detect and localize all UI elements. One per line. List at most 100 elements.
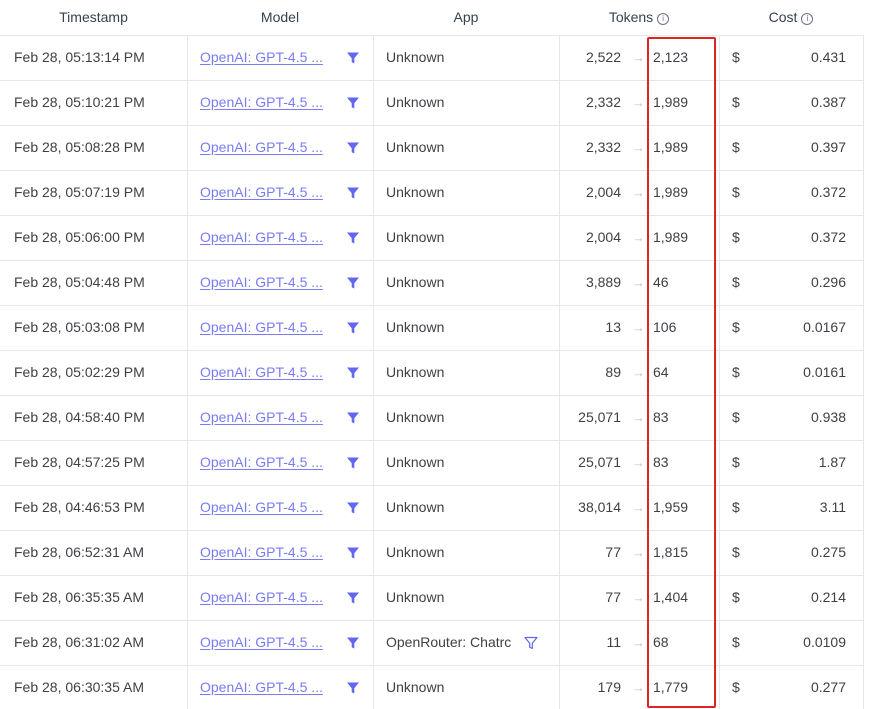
header-app-label: App xyxy=(453,9,479,25)
model-link[interactable]: OpenAI: GPT-4.5 ... xyxy=(200,125,335,170)
table-row[interactable]: Feb 28, 05:10:21 PM OpenAI: GPT-4.5 ... Un… xyxy=(0,80,864,126)
model-link[interactable]: OpenAI: GPT-4.5 ... xyxy=(200,395,335,440)
funnel-icon[interactable] xyxy=(346,681,360,695)
tokens-out-cell: 1,404 xyxy=(653,589,689,605)
tokens-in-cell: 38,014 xyxy=(578,499,621,515)
tokens-in-cell: 2,004 xyxy=(585,184,621,200)
tokens-in-cell: 77 xyxy=(605,589,621,605)
app-cell: Unknown xyxy=(386,139,445,155)
tokens-out-cell: 106 xyxy=(653,319,677,335)
funnel-icon[interactable] xyxy=(346,96,360,110)
tokens-in-cell: 2,004 xyxy=(585,229,621,245)
tokens-out-cell: 83 xyxy=(653,409,669,425)
header-cost[interactable]: Cost i xyxy=(719,0,863,35)
table-row[interactable]: Feb 28, 06:30:35 AM OpenAI: GPT-4.5 ... Un… xyxy=(0,665,864,709)
model-link[interactable]: OpenAI: GPT-4.5 ... xyxy=(200,305,335,350)
funnel-icon[interactable] xyxy=(346,456,360,470)
model-link[interactable]: OpenAI: GPT-4.5 ... xyxy=(200,575,335,620)
info-icon[interactable]: i xyxy=(801,13,814,25)
table-row[interactable]: Feb 28, 05:06:00 PM OpenAI: GPT-4.5 ... Un… xyxy=(0,215,864,261)
activity-table: Timestamp Model App Tokens i Cost i Feb 28… xyxy=(0,0,869,709)
currency-symbol: $ xyxy=(732,229,740,245)
cost-cell: 1.87 xyxy=(818,454,846,470)
tokens-in-cell: 25,071 xyxy=(578,409,621,425)
funnel-icon[interactable] xyxy=(346,411,360,425)
model-link[interactable]: OpenAI: GPT-4.5 ... xyxy=(200,80,335,125)
arrow-right-icon: → xyxy=(632,140,645,155)
timestamp-cell: Feb 28, 05:10:21 PM xyxy=(14,94,145,110)
cost-cell: 0.277 xyxy=(810,679,846,695)
header-timestamp[interactable]: Timestamp xyxy=(0,0,187,35)
timestamp-cell: Feb 28, 05:03:08 PM xyxy=(14,319,145,335)
funnel-icon[interactable] xyxy=(346,366,360,380)
app-cell: Unknown xyxy=(386,274,445,290)
currency-symbol: $ xyxy=(732,274,740,290)
app-cell: Unknown xyxy=(386,679,445,695)
currency-symbol: $ xyxy=(732,364,740,380)
model-link[interactable]: OpenAI: GPT-4.5 ... xyxy=(200,665,335,709)
tokens-in-cell: 77 xyxy=(605,544,621,560)
model-link[interactable]: OpenAI: GPT-4.5 ... xyxy=(200,350,335,395)
funnel-icon[interactable] xyxy=(346,276,360,290)
arrow-right-icon: → xyxy=(632,185,645,200)
tokens-in-cell: 179 xyxy=(597,679,621,695)
table-row[interactable]: Feb 28, 04:57:25 PM OpenAI: GPT-4.5 ... Un… xyxy=(0,440,864,486)
table-row[interactable]: Feb 28, 05:02:29 PM OpenAI: GPT-4.5 ... Un… xyxy=(0,350,864,396)
table-row[interactable]: Feb 28, 04:46:53 PM OpenAI: GPT-4.5 ... Un… xyxy=(0,485,864,531)
currency-symbol: $ xyxy=(732,499,740,515)
tokens-in-cell: 89 xyxy=(605,364,621,380)
funnel-icon[interactable] xyxy=(346,141,360,155)
funnel-icon[interactable] xyxy=(346,591,360,605)
header-cost-label: Cost xyxy=(768,9,798,25)
funnel-icon[interactable] xyxy=(346,501,360,515)
table-row[interactable]: Feb 28, 05:08:28 PM OpenAI: GPT-4.5 ... Un… xyxy=(0,125,864,171)
model-link[interactable]: OpenAI: GPT-4.5 ... xyxy=(200,170,335,215)
app-cell: Unknown xyxy=(386,94,445,110)
table-row[interactable]: Feb 28, 05:07:19 PM OpenAI: GPT-4.5 ... Un… xyxy=(0,170,864,216)
arrow-right-icon: → xyxy=(632,230,645,245)
funnel-icon[interactable] xyxy=(346,51,360,65)
header-tokens[interactable]: Tokens i xyxy=(559,0,719,35)
timestamp-cell: Feb 28, 06:35:35 AM xyxy=(14,589,144,605)
model-link[interactable]: OpenAI: GPT-4.5 ... xyxy=(200,485,335,530)
model-link[interactable]: OpenAI: GPT-4.5 ... xyxy=(200,530,335,575)
tokens-out-cell: 46 xyxy=(653,274,669,290)
funnel-icon[interactable] xyxy=(346,546,360,560)
currency-symbol: $ xyxy=(732,679,740,695)
model-link[interactable]: OpenAI: GPT-4.5 ... xyxy=(200,35,335,80)
currency-symbol: $ xyxy=(732,139,740,155)
funnel-icon[interactable] xyxy=(346,321,360,335)
arrow-right-icon: → xyxy=(632,320,645,335)
funnel-icon[interactable] xyxy=(346,186,360,200)
model-link[interactable]: OpenAI: GPT-4.5 ... xyxy=(200,440,335,485)
table-row[interactable]: Feb 28, 06:35:35 AM OpenAI: GPT-4.5 ... Un… xyxy=(0,575,864,621)
arrow-right-icon: → xyxy=(632,365,645,380)
table-row[interactable]: Feb 28, 04:58:40 PM OpenAI: GPT-4.5 ... Un… xyxy=(0,395,864,441)
timestamp-cell: Feb 28, 04:57:25 PM xyxy=(14,454,145,470)
model-link[interactable]: OpenAI: GPT-4.5 ... xyxy=(200,260,335,305)
cost-cell: 0.387 xyxy=(810,94,846,110)
currency-symbol: $ xyxy=(732,589,740,605)
model-link[interactable]: OpenAI: GPT-4.5 ... xyxy=(200,215,335,260)
table-row[interactable]: Feb 28, 06:31:02 AM OpenAI: GPT-4.5 ... Op… xyxy=(0,620,864,666)
arrow-right-icon: → xyxy=(632,500,645,515)
cost-cell: 0.0161 xyxy=(803,364,846,380)
funnel-icon[interactable] xyxy=(346,231,360,245)
app-cell: Unknown xyxy=(386,454,445,470)
table-row[interactable]: Feb 28, 05:13:14 PM OpenAI: GPT-4.5 ... Un… xyxy=(0,35,864,81)
table-row[interactable]: Feb 28, 05:03:08 PM OpenAI: GPT-4.5 ... Un… xyxy=(0,305,864,351)
header-model[interactable]: Model xyxy=(187,0,373,35)
tokens-in-cell: 3,889 xyxy=(585,274,621,290)
tokens-out-cell: 1,989 xyxy=(653,139,689,155)
model-link[interactable]: OpenAI: GPT-4.5 ... xyxy=(200,620,335,665)
info-icon[interactable]: i xyxy=(657,13,670,25)
currency-symbol: $ xyxy=(732,319,740,335)
table-row[interactable]: Feb 28, 06:52:31 AM OpenAI: GPT-4.5 ... Un… xyxy=(0,530,864,576)
header-app[interactable]: App xyxy=(373,0,559,35)
funnel-icon[interactable] xyxy=(346,636,360,650)
timestamp-cell: Feb 28, 06:30:35 AM xyxy=(14,679,144,695)
timestamp-cell: Feb 28, 06:52:31 AM xyxy=(14,544,144,560)
timestamp-cell: Feb 28, 06:31:02 AM xyxy=(14,634,144,650)
timestamp-cell: Feb 28, 05:13:14 PM xyxy=(14,49,145,65)
table-row[interactable]: Feb 28, 05:04:48 PM OpenAI: GPT-4.5 ... Un… xyxy=(0,260,864,306)
